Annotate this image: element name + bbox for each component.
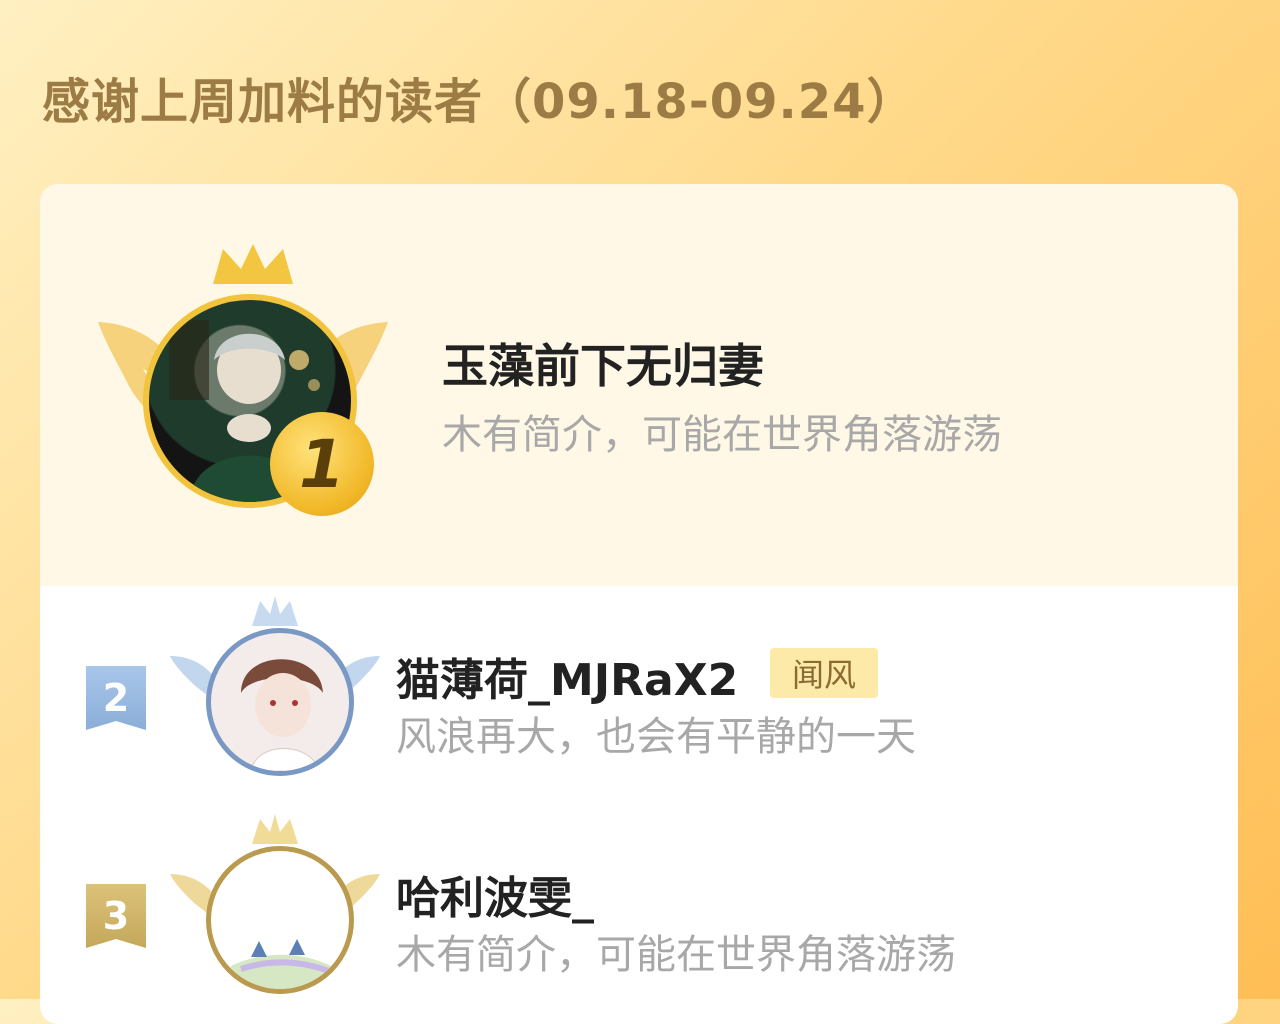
readers-panel: 1 玉藻前下无归妻 木有简介，可能在世界角落游荡 2 猫薄荷_MJRaX2 闻风… <box>40 184 1238 1024</box>
reader-name[interactable]: 哈利波雯_ <box>396 862 594 926</box>
page-title: 感谢上周加料的读者（09.18-09.24） <box>42 74 916 130</box>
avatar[interactable] <box>206 846 354 994</box>
list-item: 3 哈利波雯_ 木有简介，可能在世界角落游荡 <box>40 806 1238 1024</box>
reader-description: 木有简介，可能在世界角落游荡 <box>442 412 1002 458</box>
avatar-image <box>231 939 331 989</box>
avatar-image <box>241 659 323 771</box>
rank-ribbon-icon: 3 <box>86 884 146 948</box>
reader-name[interactable]: 猫薄荷_MJRaX2 <box>396 644 738 708</box>
rank-number: 1 <box>299 425 345 503</box>
user-tag: 闻风 <box>770 648 879 698</box>
reader-description: 木有简介，可能在世界角落游荡 <box>396 932 956 978</box>
reader-description: 风浪再大，也会有平静的一天 <box>396 714 916 760</box>
rank-ribbon-icon: 2 <box>86 666 146 730</box>
rank-number: 3 <box>102 894 130 938</box>
avatar[interactable] <box>206 628 354 776</box>
first-place-card: 1 玉藻前下无归妻 木有简介，可能在世界角落游荡 <box>40 184 1238 586</box>
list-item: 2 猫薄荷_MJRaX2 闻风 风浪再大，也会有平静的一天 <box>40 586 1238 806</box>
rank-badge: 1 <box>270 412 374 516</box>
rank-number: 2 <box>102 676 130 720</box>
reader-name[interactable]: 玉藻前下无归妻 <box>442 330 764 396</box>
